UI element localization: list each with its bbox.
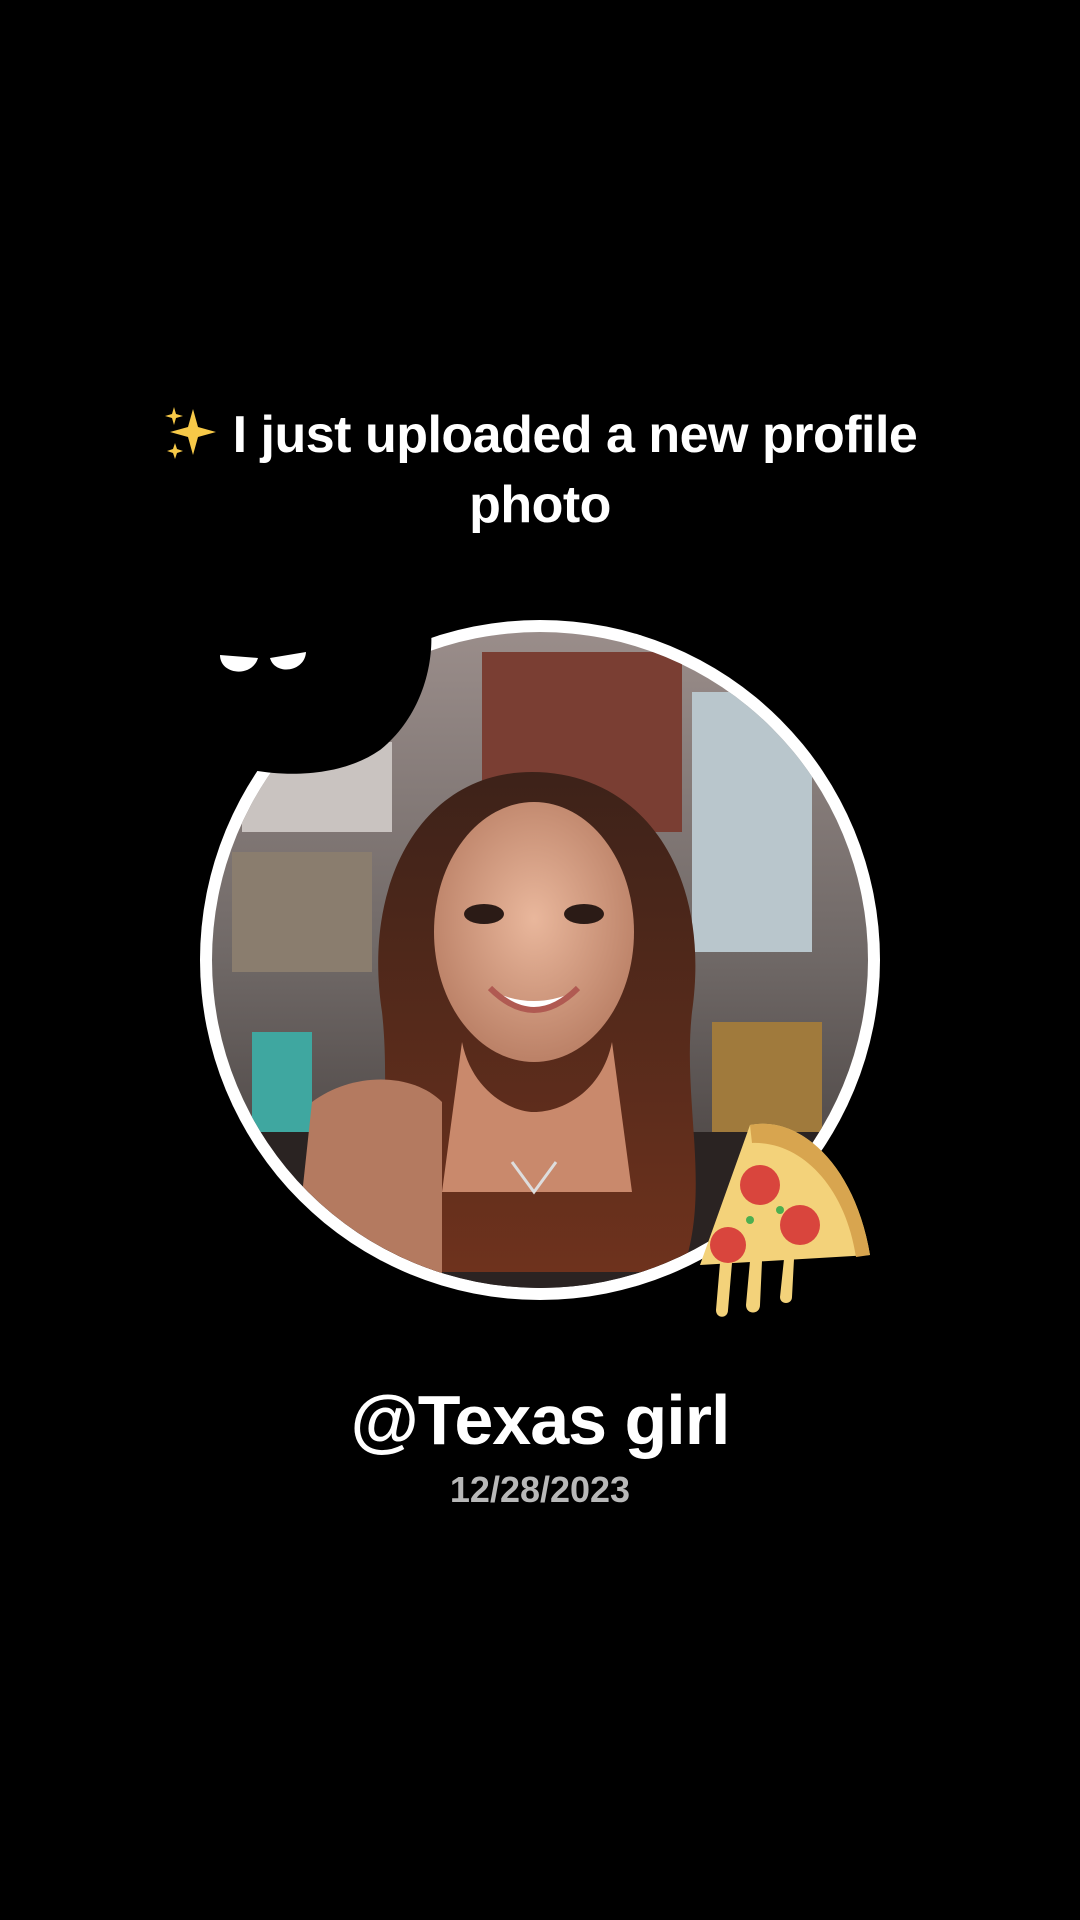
username[interactable]: @Texas girl <box>140 1380 940 1460</box>
sparkles-icon <box>164 407 216 460</box>
headline: I just uploaded a new profile photo <box>140 400 940 540</box>
pizza-icon <box>700 1123 870 1317</box>
upload-date: 12/28/2023 <box>449 1469 631 1510</box>
peeking-eyes-icon <box>180 600 432 774</box>
headline-text: I just uploaded a new profile photo <box>232 406 918 534</box>
